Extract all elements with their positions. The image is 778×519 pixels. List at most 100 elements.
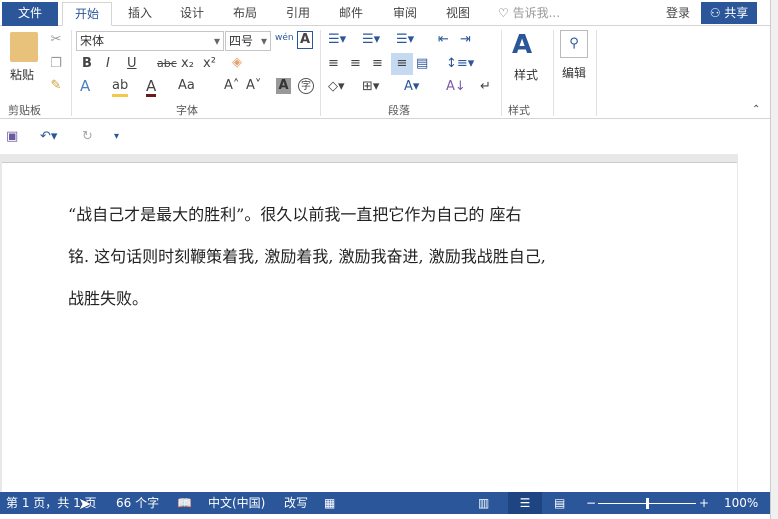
clear-formatting-icon[interactable]: ◈ xyxy=(232,55,242,71)
mouse-cursor-icon: ➤ xyxy=(78,494,92,513)
signin-link[interactable]: 登录 xyxy=(660,2,696,26)
tab-insert[interactable]: 插入 xyxy=(118,2,162,26)
shrink-font-icon[interactable]: A˅ xyxy=(246,78,261,94)
cut-icon[interactable]: ✂ xyxy=(48,32,64,48)
divider xyxy=(501,30,502,116)
customize-qat-icon[interactable]: ▾ xyxy=(114,129,119,145)
highlight-icon[interactable]: ab xyxy=(112,78,129,97)
numbering-icon[interactable]: ☰▾ xyxy=(362,32,380,48)
search-icon[interactable]: ⚲ xyxy=(560,30,588,58)
tab-home[interactable]: 开始 xyxy=(62,2,112,26)
tab-file[interactable]: 文件 xyxy=(2,2,58,26)
italic-button[interactable]: I xyxy=(106,56,110,72)
increase-indent-icon[interactable]: ⇥ xyxy=(460,32,471,48)
window-edge xyxy=(770,0,778,519)
copy-icon[interactable]: ❐ xyxy=(48,56,64,72)
shading-icon[interactable]: ◇▾ xyxy=(328,79,345,95)
ribbon-home: 粘贴 ✂ ❐ ✎ 剪贴板 宋体 ▾ 四号 ▾ wén A B I U abc x₂ … xyxy=(0,26,770,119)
proofing-icon[interactable]: 📖 xyxy=(177,495,192,511)
bullets-icon[interactable]: ☰▾ xyxy=(328,32,346,48)
overtype-mode[interactable]: 改写 xyxy=(284,495,308,511)
tab-design[interactable]: 设计 xyxy=(170,2,214,26)
chevron-down-icon: ▾ xyxy=(213,34,220,48)
strikethrough-button[interactable]: abc xyxy=(157,56,177,72)
share-label: 共享 xyxy=(724,6,749,20)
phonetic-guide-icon[interactable]: wén xyxy=(275,30,294,46)
clipboard-group-label: 剪贴板 xyxy=(8,104,41,117)
divider xyxy=(553,30,554,116)
distributed-icon[interactable]: ▤ xyxy=(416,56,428,72)
text-effects-icon[interactable]: A xyxy=(80,78,90,94)
macro-icon[interactable]: ▦ xyxy=(324,495,335,511)
align-right-icon[interactable]: ≡ xyxy=(372,56,383,72)
document-area: “战自己才是最大的胜利”。很久以前我一直把它作为自己的 座右 铭. 这句话则时刻… xyxy=(0,154,738,492)
person-add-icon: ⚇ xyxy=(709,6,721,20)
divider xyxy=(596,30,597,116)
divider xyxy=(71,30,72,116)
styles-button[interactable]: 样式 xyxy=(514,66,538,83)
tab-review[interactable]: 审阅 xyxy=(383,2,427,26)
lightbulb-icon: ♡ xyxy=(498,6,509,20)
share-button[interactable]: ⚇ 共享 xyxy=(701,2,757,24)
paragraph-group-label: 段落 xyxy=(388,104,410,117)
quick-access-toolbar: ▣ ↶▾ ↻ ▾ xyxy=(0,120,770,154)
font-name-value: 宋体 xyxy=(80,34,105,48)
character-shading-icon[interactable]: A xyxy=(276,78,291,94)
paste-icon[interactable] xyxy=(10,32,38,62)
font-name-select[interactable]: 宋体 ▾ xyxy=(76,31,224,51)
font-size-value: 四号 xyxy=(229,34,254,48)
styles-icon[interactable]: A xyxy=(512,30,532,60)
tab-mailings[interactable]: 邮件 xyxy=(329,2,373,26)
font-size-select[interactable]: 四号 ▾ xyxy=(225,31,271,51)
font-group-label: 字体 xyxy=(176,104,198,117)
underline-button[interactable]: U xyxy=(127,56,137,72)
borders-icon[interactable]: ⊞▾ xyxy=(362,79,379,95)
redo-icon[interactable]: ↻ xyxy=(82,129,93,145)
decrease-indent-icon[interactable]: ⇤ xyxy=(438,32,449,48)
web-layout-icon[interactable]: ▤ xyxy=(554,495,565,511)
styles-group-label: 样式 xyxy=(508,104,530,117)
read-mode-icon[interactable]: ▥ xyxy=(478,495,489,511)
paragraph-line: “战自己才是最大的胜利”。很久以前我一直把它作为自己的 座右 xyxy=(68,205,522,224)
tab-layout[interactable]: 布局 xyxy=(223,2,267,26)
zoom-out-button[interactable]: − xyxy=(586,495,596,511)
grow-font-icon[interactable]: A˄ xyxy=(224,78,239,94)
font-color-icon[interactable]: A xyxy=(146,78,157,97)
divider xyxy=(320,30,321,116)
show-formatting-icon[interactable]: ↵ xyxy=(480,79,491,95)
paragraph-line: 铭. 这句话则时刻鞭策着我, 激励着我, 激励我奋进, 激励我战胜自己, xyxy=(68,247,546,266)
tab-view[interactable]: 视图 xyxy=(436,2,480,26)
character-border-icon[interactable]: A xyxy=(297,31,313,49)
chevron-down-icon: ▾ xyxy=(260,34,267,48)
collapse-ribbon-icon[interactable]: ⌃ xyxy=(752,102,760,118)
save-icon[interactable]: ▣ xyxy=(6,129,18,145)
undo-icon[interactable]: ↶▾ xyxy=(40,129,57,145)
tell-me-box[interactable]: ♡ 告诉我... xyxy=(498,2,568,26)
justify-icon[interactable]: ≡ xyxy=(391,53,413,75)
paste-button[interactable]: 粘贴 xyxy=(10,66,34,83)
bold-button[interactable]: B xyxy=(82,56,92,72)
format-painter-icon[interactable]: ✎ xyxy=(48,78,64,94)
subscript-button[interactable]: x₂ xyxy=(181,56,194,72)
word-count[interactable]: 66 个字 xyxy=(116,495,159,511)
tell-me-text: 告诉我... xyxy=(512,6,561,20)
enclose-characters-icon[interactable]: 字 xyxy=(298,78,314,94)
print-layout-icon[interactable]: ☰ xyxy=(508,492,542,514)
language[interactable]: 中文(中国) xyxy=(208,495,265,511)
zoom-in-button[interactable]: + xyxy=(699,495,709,511)
ribbon-tabs: 文件 开始 插入 设计 布局 引用 邮件 审阅 视图 ♡ 告诉我... 登录 ⚇… xyxy=(0,0,770,26)
align-left-icon[interactable]: ≡ xyxy=(328,56,339,72)
sort-icon[interactable]: A↓ xyxy=(446,79,466,95)
superscript-button[interactable]: x² xyxy=(203,56,216,72)
zoom-slider-thumb[interactable] xyxy=(646,498,649,509)
paragraph-line: 战胜失败。 xyxy=(68,289,149,308)
change-case-button[interactable]: Aa xyxy=(178,78,195,94)
editing-button[interactable]: 编辑 xyxy=(562,64,586,81)
document-page[interactable]: “战自己才是最大的胜利”。很久以前我一直把它作为自己的 座右 铭. 这句话则时刻… xyxy=(2,162,737,492)
multilevel-list-icon[interactable]: ☰▾ xyxy=(396,32,414,48)
align-center-icon[interactable]: ≡ xyxy=(350,56,361,72)
line-spacing-icon[interactable]: ↕≡▾ xyxy=(446,56,474,72)
chinese-layout-icon[interactable]: A▾ xyxy=(404,79,419,95)
tab-references[interactable]: 引用 xyxy=(276,2,320,26)
zoom-level[interactable]: 100% xyxy=(724,495,758,511)
